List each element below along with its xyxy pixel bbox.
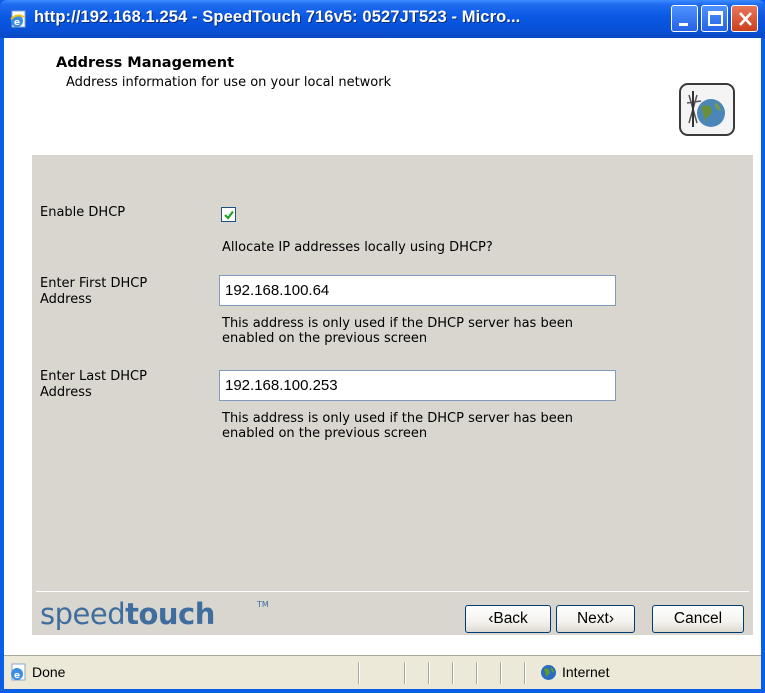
status-text: Done (32, 664, 66, 680)
svg-text:e: e (14, 18, 20, 28)
status-bar: e Done Internet (4, 655, 761, 689)
status-separator (358, 662, 360, 684)
last-address-label-line2: Address (40, 385, 92, 400)
next-button[interactable]: Next› (556, 605, 635, 633)
enable-dhcp-help: Allocate IP addresses locally using DHCP… (222, 240, 493, 255)
back-button[interactable]: ‹Back (465, 605, 551, 633)
logo-trademark: TM (257, 600, 269, 609)
enable-dhcp-checkbox[interactable] (221, 207, 236, 222)
window-title: http://192.168.1.254 - SpeedTouch 716v5:… (34, 8, 521, 26)
title-bar[interactable]: e http://192.168.1.254 - SpeedTouch 716v… (0, 0, 765, 38)
last-address-help-line1: This address is only used if the DHCP se… (222, 411, 573, 426)
logo-light-text: speed (40, 597, 126, 631)
first-address-label-line2: Address (40, 292, 92, 307)
maximize-button[interactable] (701, 5, 728, 32)
logo-bold-text: touch (125, 597, 215, 631)
page-done-icon: e (8, 662, 28, 686)
status-separator (524, 662, 526, 684)
status-separator (428, 662, 430, 684)
internet-zone-icon (540, 664, 557, 685)
speedtouch-logo: speedtouch TM (40, 597, 270, 637)
page-title: Address Management (56, 55, 235, 71)
zone-text: Internet (562, 664, 610, 680)
cancel-button[interactable]: Cancel (652, 605, 744, 633)
first-address-label-line1: Enter First DHCP (40, 276, 148, 291)
close-button[interactable] (731, 5, 758, 32)
last-address-label-line1: Enter Last DHCP (40, 369, 147, 384)
first-address-help-line1: This address is only used if the DHCP se… (222, 316, 573, 331)
first-address-help-line2: enabled on the previous screen (222, 331, 428, 346)
network-globe-icon (679, 83, 735, 136)
status-separator (476, 662, 478, 684)
first-dhcp-address-input[interactable]: 192.168.100.64 (219, 275, 616, 306)
minimize-button[interactable] (671, 5, 698, 32)
page-subtitle: Address information for use on your loca… (66, 75, 392, 90)
status-separator (452, 662, 454, 684)
last-address-help-line2: enabled on the previous screen (222, 426, 428, 441)
svg-text:e: e (14, 671, 20, 681)
ie-page-icon: e (8, 9, 28, 29)
status-separator (500, 662, 502, 684)
enable-dhcp-label: Enable DHCP (40, 205, 126, 220)
status-separator (404, 662, 406, 684)
browser-window: e http://192.168.1.254 - SpeedTouch 716v… (0, 0, 765, 693)
footer-divider (36, 591, 749, 592)
last-dhcp-address-input[interactable]: 192.168.100.253 (219, 370, 616, 401)
